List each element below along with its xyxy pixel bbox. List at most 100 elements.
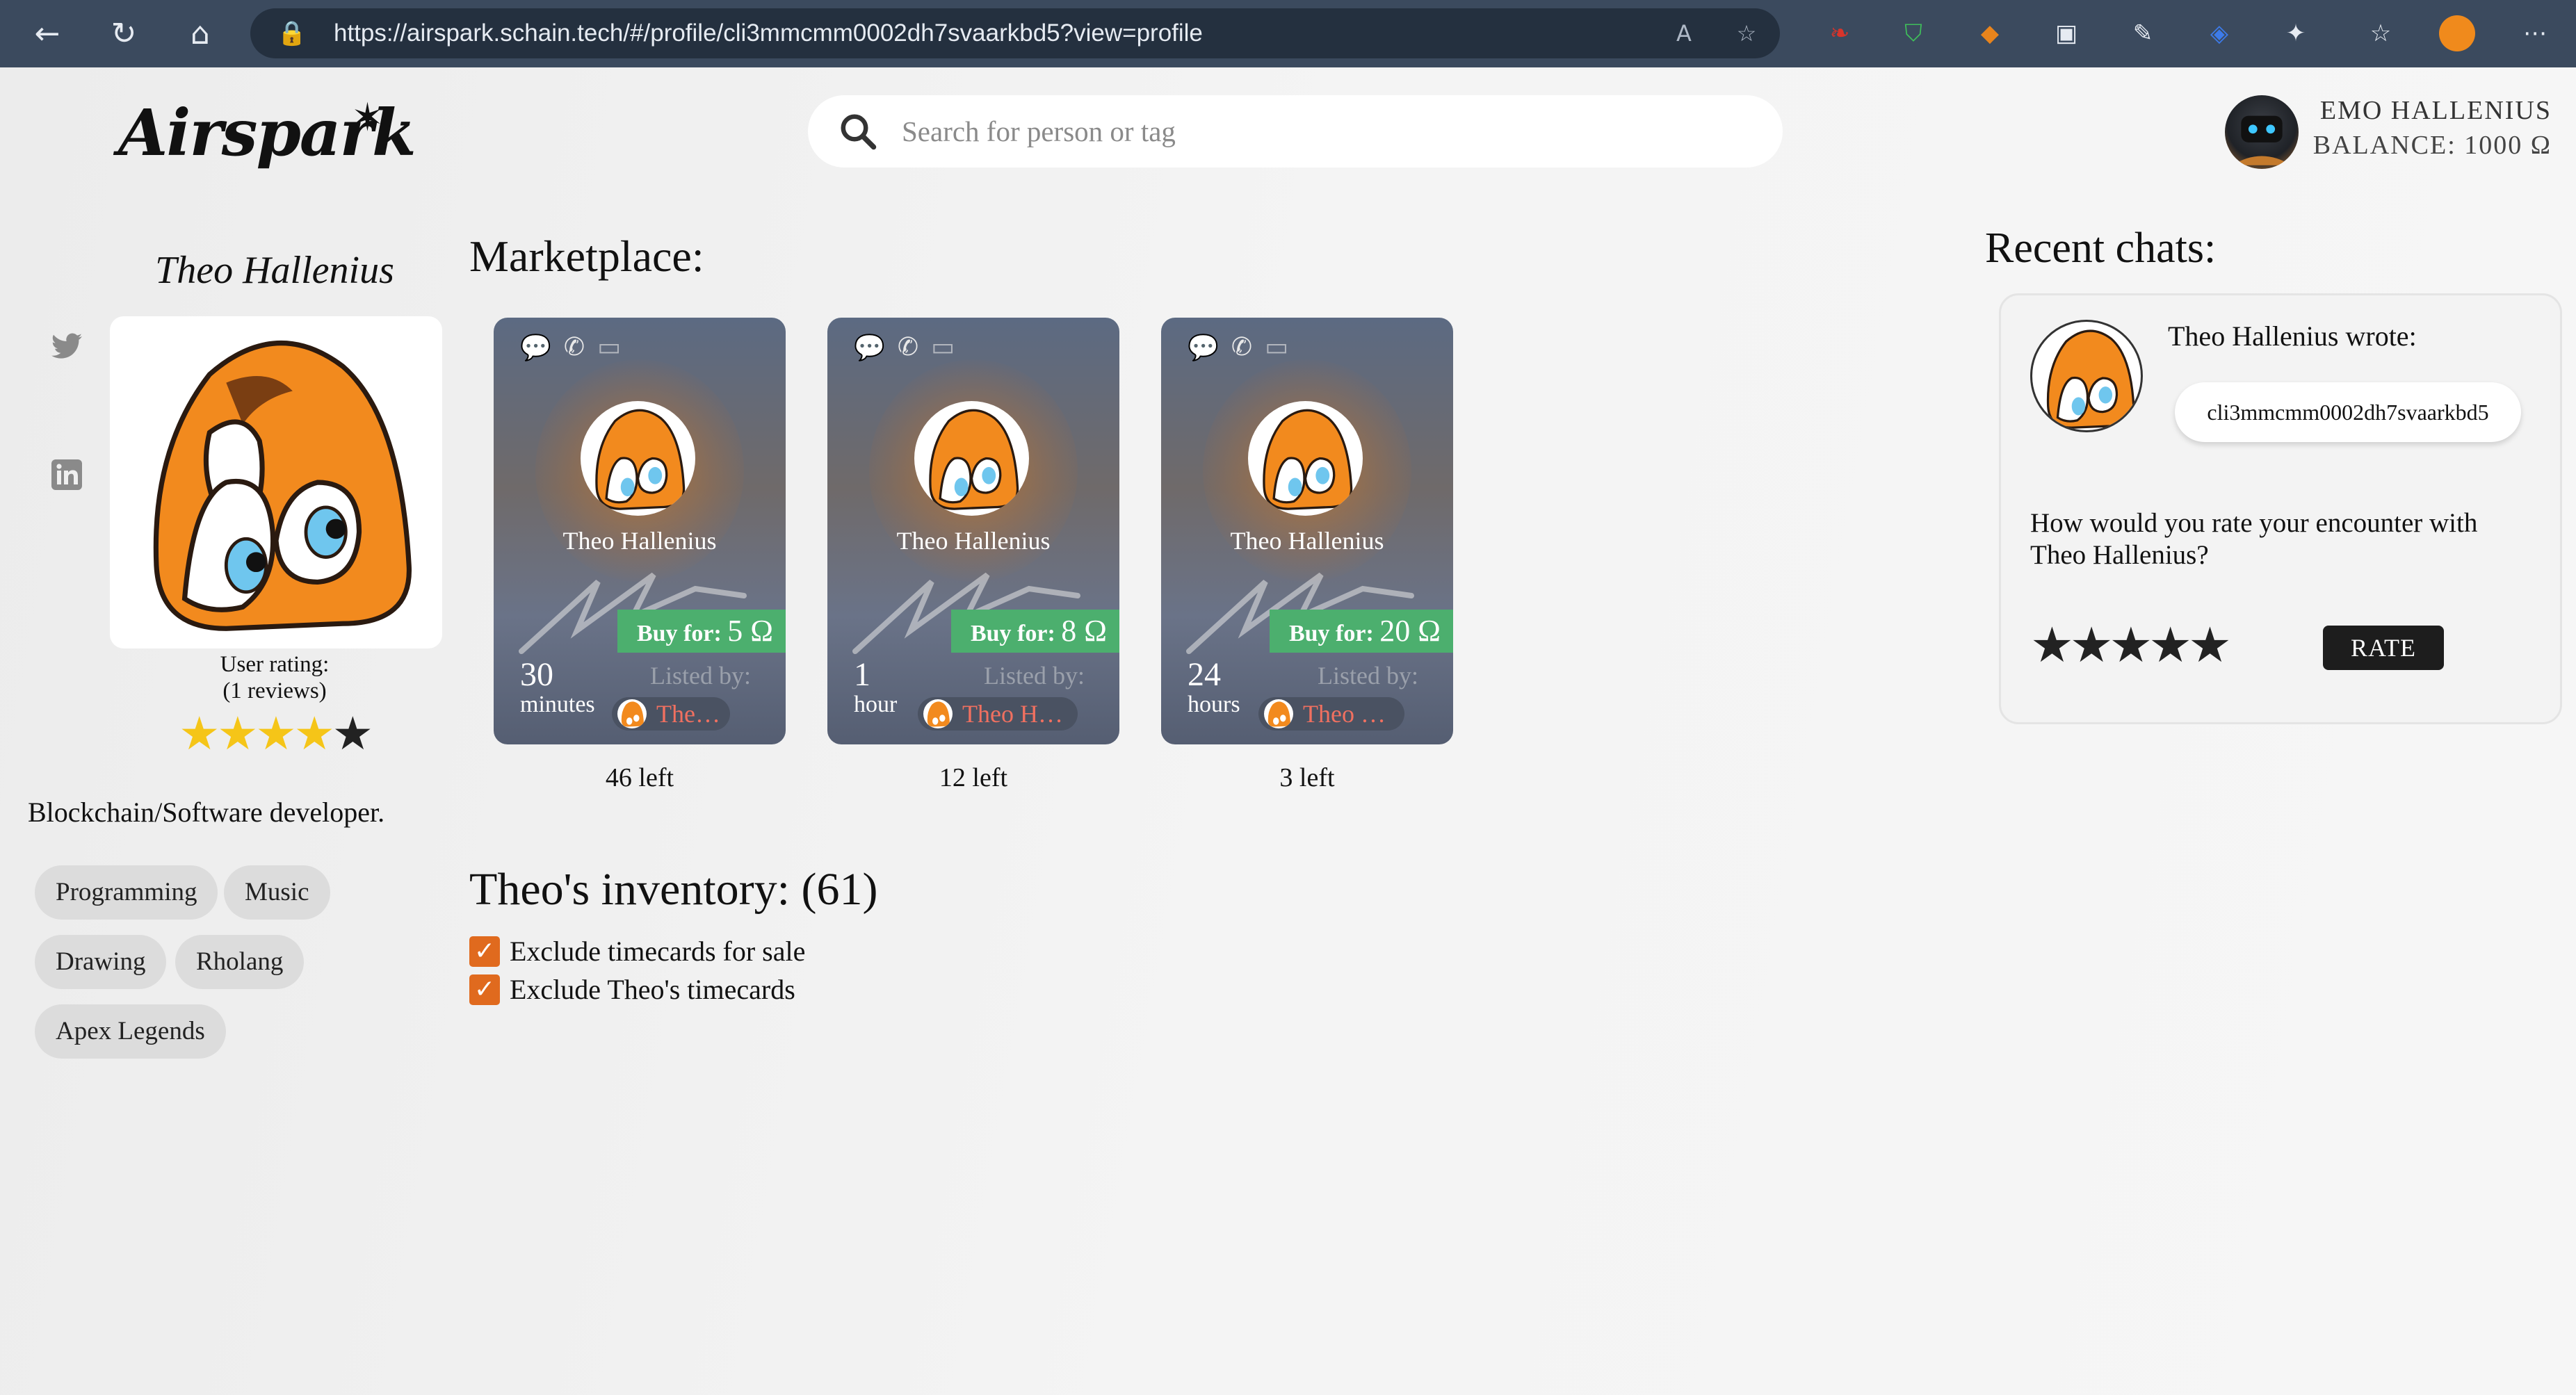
star-icon[interactable]: ★ — [2148, 617, 2192, 674]
back-icon[interactable]: ← — [26, 13, 68, 54]
duration-value: 24 — [1188, 656, 1221, 693]
more-menu-icon[interactable]: ⋯ — [2517, 15, 2553, 51]
price: 5 Ω — [727, 614, 773, 648]
chat-card[interactable]: Theo Hallenius wrote: cli3mmcmm0002dh7sv… — [1999, 293, 2562, 724]
phone-icon: ✆ — [1231, 333, 1252, 361]
star-icon[interactable]: ★ — [2030, 617, 2074, 674]
lister-chip[interactable]: Theo H… — [918, 697, 1078, 731]
twitter-icon[interactable] — [50, 330, 83, 364]
lister-name: Theo… — [656, 700, 730, 728]
buy-button[interactable]: Buy for: 20 Ω — [1269, 610, 1453, 653]
page: Airspark ✶ EMO HALLENIUS BALANCE: 1000 Ω… — [0, 67, 2576, 1395]
star-icon: ★ — [332, 707, 373, 760]
lister-avatar — [1264, 699, 1293, 728]
chat-icon: 💬 — [1188, 334, 1219, 362]
timecard[interactable]: 💬 ✆ ▭ Theo Hallenius Buy for: 8 Ω 1 hour Listed… — [827, 318, 1119, 744]
tag-drawing[interactable]: Drawing — [35, 935, 167, 989]
linkedin-icon[interactable] — [50, 458, 83, 491]
rating-stars-input[interactable]: ★★★★★ — [2030, 617, 2232, 674]
lister-name: Theo H… — [962, 700, 1063, 728]
video-off-icon: ▭ — [597, 333, 622, 361]
extension-bird-icon[interactable]: ❧ — [1822, 15, 1858, 51]
user-name: EMO HALLENIUS — [2319, 96, 2552, 125]
profile-picture — [110, 316, 442, 648]
rate-button[interactable]: RATE — [2323, 626, 2444, 670]
extensions-puzzle-icon[interactable]: ✦ — [2278, 15, 2314, 51]
lister-chip[interactable]: Theo … — [1258, 697, 1404, 731]
star-icon: ★ — [293, 707, 335, 760]
tag-music[interactable]: Music — [224, 865, 330, 920]
read-aloud-icon[interactable]: A — [1669, 18, 1699, 49]
phone-icon: ✆ — [897, 333, 918, 361]
chat-avatar[interactable] — [2030, 320, 2143, 432]
metamask-icon[interactable]: ◆ — [1972, 15, 2008, 51]
profile-avatar-icon[interactable] — [2439, 15, 2475, 51]
recent-chats-title: Recent chats: — [1985, 225, 2217, 272]
tag-programming[interactable]: Programming — [35, 865, 218, 920]
extension-edit-icon[interactable]: ✎ — [2125, 15, 2161, 51]
address-bar[interactable]: 🔒 https://airspark.schain.tech/#/profile… — [250, 8, 1780, 58]
buy-button[interactable]: Buy for: 5 Ω — [617, 610, 786, 653]
chat-icon: 💬 — [854, 334, 885, 362]
rating-title: User rating: — [220, 652, 330, 677]
remaining-count: 12 left — [939, 763, 1008, 792]
card-avatar — [914, 401, 1029, 516]
card-owner-name: Theo Hallenius — [562, 527, 717, 555]
price: 20 Ω — [1379, 614, 1441, 648]
listed-by-label: Listed by: — [984, 662, 1085, 690]
exclude-own-timecards-checkbox[interactable]: ✓ Exclude Theo's timecards — [469, 973, 795, 1006]
duration-unit: hours — [1188, 692, 1240, 717]
buy-label: Buy for: — [970, 621, 1055, 646]
lister-avatar — [923, 699, 953, 728]
checkbox-checked-icon[interactable]: ✓ — [469, 974, 500, 1005]
remaining-count: 3 left — [1279, 763, 1335, 792]
checkbox-checked-icon[interactable]: ✓ — [469, 936, 500, 967]
card-avatar — [581, 401, 695, 516]
lister-name: Theo … — [1303, 700, 1386, 728]
timecard[interactable]: 💬 ✆ ▭ Theo Hallenius Buy for: 20 Ω 24 hours Lis… — [1161, 318, 1453, 744]
duration-value: 1 — [854, 656, 870, 693]
checkbox-label: Exclude Theo's timecards — [510, 974, 795, 1005]
lister-chip[interactable]: Theo… — [612, 697, 730, 731]
search-icon — [841, 114, 877, 150]
buy-button[interactable]: Buy for: 8 Ω — [950, 610, 1119, 653]
checkbox-label: Exclude timecards for sale — [510, 936, 806, 967]
profile-bio: Blockchain/Software developer. — [28, 797, 385, 828]
chat-message[interactable]: cli3mmcmm0002dh7svaarkbd5 — [2175, 382, 2521, 442]
inventory-title: Theo's inventory: (61) — [469, 864, 878, 915]
marketplace-title: Marketplace: — [469, 231, 704, 281]
tag-apex-legends[interactable]: Apex Legends — [35, 1004, 226, 1059]
extension-shield-icon[interactable]: ⛉ — [1895, 15, 1931, 51]
duration-value: 30 — [520, 656, 553, 693]
favorites-icon[interactable]: ☆ — [2363, 15, 2399, 51]
extension-diamond-icon[interactable]: ◈ — [2201, 15, 2237, 51]
price: 8 Ω — [1061, 614, 1107, 648]
exclude-for-sale-checkbox[interactable]: ✓ Exclude timecards for sale — [469, 935, 805, 968]
rating-question: How would you rate your encounter with T… — [2030, 508, 2478, 570]
review-count: (1 reviews) — [222, 678, 327, 703]
search-box[interactable] — [808, 95, 1783, 168]
user-balance: BALANCE: 1000 Ω — [2312, 131, 2552, 160]
add-favorite-icon[interactable]: ☆ — [1731, 18, 1762, 49]
card-features: 💬 ✆ ▭ — [520, 333, 621, 366]
star-icon: ★ — [217, 707, 258, 760]
search-input[interactable] — [902, 111, 1736, 152]
profile-name: Theo Hallenius — [155, 249, 394, 292]
timecard[interactable]: 💬 ✆ ▭ Theo Hallenius Buy for: 5 Ω 30 minutes Li… — [494, 318, 786, 744]
phone-icon: ✆ — [563, 333, 585, 361]
url-text[interactable]: https://airspark.schain.tech/#/profile/c… — [334, 18, 1203, 49]
star-icon: ★ — [179, 707, 220, 760]
video-off-icon: ▭ — [931, 333, 955, 361]
refresh-icon[interactable]: ↻ — [103, 13, 145, 54]
browser-toolbar: ← ↻ ⌂ 🔒 https://airspark.schain.tech/#/p… — [0, 0, 2576, 67]
sparkle-icon: ✶ — [351, 95, 384, 140]
star-icon[interactable]: ★ — [2070, 617, 2114, 674]
star-icon[interactable]: ★ — [2188, 617, 2232, 674]
extension-window-icon[interactable]: ▣ — [2048, 15, 2084, 51]
home-icon[interactable]: ⌂ — [179, 13, 221, 54]
star-icon[interactable]: ★ — [2109, 617, 2153, 674]
buy-label: Buy for: — [1288, 621, 1374, 646]
video-off-icon: ▭ — [1265, 333, 1289, 361]
tag-rholang[interactable]: Rholang — [175, 935, 305, 989]
chat-icon: 💬 — [520, 334, 551, 362]
